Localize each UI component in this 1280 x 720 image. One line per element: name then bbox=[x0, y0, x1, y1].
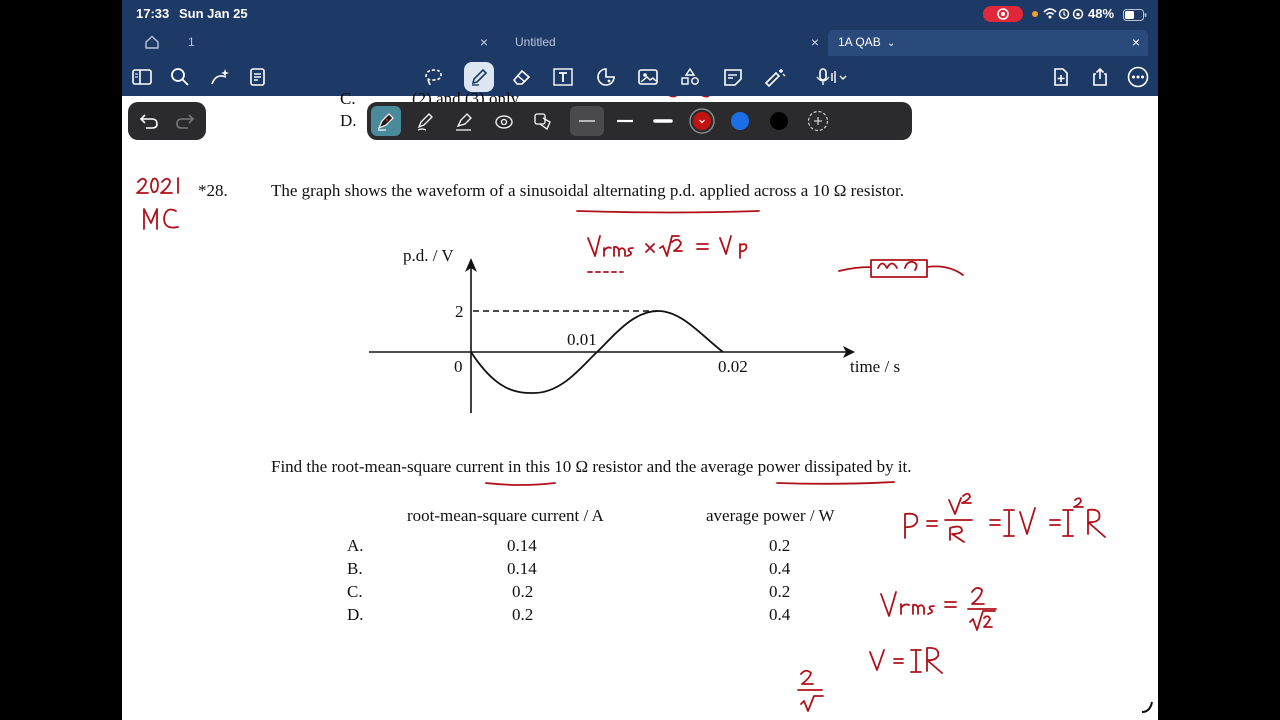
text-icon[interactable] bbox=[548, 62, 578, 92]
color-blue[interactable] bbox=[725, 106, 755, 136]
swatch-red bbox=[693, 112, 711, 130]
ball-pen-icon[interactable] bbox=[410, 106, 440, 136]
laser-icon[interactable] bbox=[760, 62, 790, 92]
close-tab-icon[interactable]: × bbox=[1132, 30, 1140, 54]
tab-label: Untitled bbox=[515, 35, 556, 49]
tape-icon[interactable] bbox=[527, 106, 557, 136]
ink-underline-sinusoidal bbox=[576, 210, 760, 214]
ink-v-ir bbox=[869, 647, 943, 674]
status-date: Sun Jan 25 bbox=[179, 6, 248, 21]
ink-power-formula bbox=[904, 492, 1106, 543]
tab-1[interactable]: 1 × bbox=[188, 30, 496, 56]
mic-icon[interactable] bbox=[812, 62, 852, 92]
screen-recording-icon[interactable] bbox=[983, 6, 1023, 22]
ink-vrms-value bbox=[880, 587, 997, 631]
tab-bar: 1 × Untitled × 1A QAB ⌄ × bbox=[122, 30, 1158, 56]
alarm-icon bbox=[1058, 7, 1070, 25]
share-icon[interactable] bbox=[1085, 62, 1115, 92]
pen-toolbar bbox=[367, 102, 912, 140]
ink-underline-current bbox=[485, 482, 556, 486]
tab-untitled[interactable]: Untitled × bbox=[508, 30, 827, 56]
magic-icon[interactable] bbox=[205, 62, 235, 92]
close-tab-icon[interactable]: × bbox=[480, 30, 488, 54]
ink-fraction-fragment bbox=[797, 669, 824, 712]
undo-icon[interactable] bbox=[138, 111, 160, 136]
ink-resistor bbox=[838, 259, 964, 278]
stroke-medium-option[interactable] bbox=[610, 106, 640, 136]
add-color-icon[interactable] bbox=[803, 106, 833, 136]
battery-icon bbox=[1123, 8, 1147, 26]
scroll-indicator-icon bbox=[1140, 700, 1154, 719]
image-icon[interactable] bbox=[633, 62, 663, 92]
handwritten-annotations bbox=[136, 96, 1106, 712]
add-page-icon[interactable] bbox=[1046, 62, 1076, 92]
undo-redo-bar bbox=[128, 102, 206, 140]
wifi-icon bbox=[1042, 6, 1058, 25]
tab-label: 1 bbox=[188, 35, 195, 49]
swatch-black bbox=[770, 112, 788, 130]
color-red-selected[interactable] bbox=[687, 106, 717, 136]
ink-2021 bbox=[136, 177, 179, 194]
swatch-blue bbox=[731, 112, 749, 130]
battery-percent: 48% bbox=[1088, 6, 1115, 21]
stroke-thin-option[interactable] bbox=[570, 106, 604, 136]
lasso-icon[interactable] bbox=[418, 62, 448, 92]
more-icon[interactable] bbox=[1123, 62, 1153, 92]
eraser-icon[interactable] bbox=[507, 62, 537, 92]
shape-pen-icon[interactable] bbox=[488, 106, 518, 136]
redo-icon[interactable] bbox=[174, 111, 196, 136]
tab-1a-qab[interactable]: 1A QAB ⌄ × bbox=[828, 30, 1148, 56]
ipad-screen: 17:33 Sun Jan 25 48% 1 × Untitled × 1A Q… bbox=[122, 0, 1158, 720]
stroke-thick-option[interactable] bbox=[648, 106, 678, 136]
elements-icon[interactable] bbox=[675, 62, 705, 92]
camera-indicator-icon bbox=[1032, 11, 1038, 17]
ink-scribble-top bbox=[668, 96, 711, 98]
document-page[interactable]: C. (2) and (3) only D. *28. The graph sh… bbox=[122, 89, 1158, 720]
status-time: 17:33 bbox=[136, 6, 170, 21]
fountain-pen-icon[interactable] bbox=[371, 106, 401, 136]
document-list-icon[interactable] bbox=[243, 62, 273, 92]
rotation-lock-icon bbox=[1072, 7, 1084, 25]
tab-label: 1A QAB bbox=[838, 35, 881, 49]
sticky-note-icon[interactable] bbox=[718, 62, 748, 92]
ink-vrms-formula bbox=[587, 235, 748, 259]
color-black[interactable] bbox=[764, 106, 794, 136]
main-toolbar bbox=[122, 60, 1158, 94]
close-tab-icon[interactable]: × bbox=[811, 30, 819, 54]
sidebar-icon[interactable] bbox=[127, 62, 157, 92]
shapes-icon[interactable] bbox=[591, 62, 621, 92]
pen-icon[interactable] bbox=[464, 62, 494, 92]
highlighter-icon[interactable] bbox=[449, 106, 479, 136]
ink-mc bbox=[143, 208, 179, 230]
search-icon[interactable] bbox=[165, 62, 195, 92]
home-icon[interactable] bbox=[144, 34, 160, 55]
app-chrome: 17:33 Sun Jan 25 48% 1 × Untitled × 1A Q… bbox=[122, 0, 1158, 96]
chevron-down-icon[interactable]: ⌄ bbox=[887, 38, 895, 49]
ink-underline-power bbox=[776, 481, 895, 485]
